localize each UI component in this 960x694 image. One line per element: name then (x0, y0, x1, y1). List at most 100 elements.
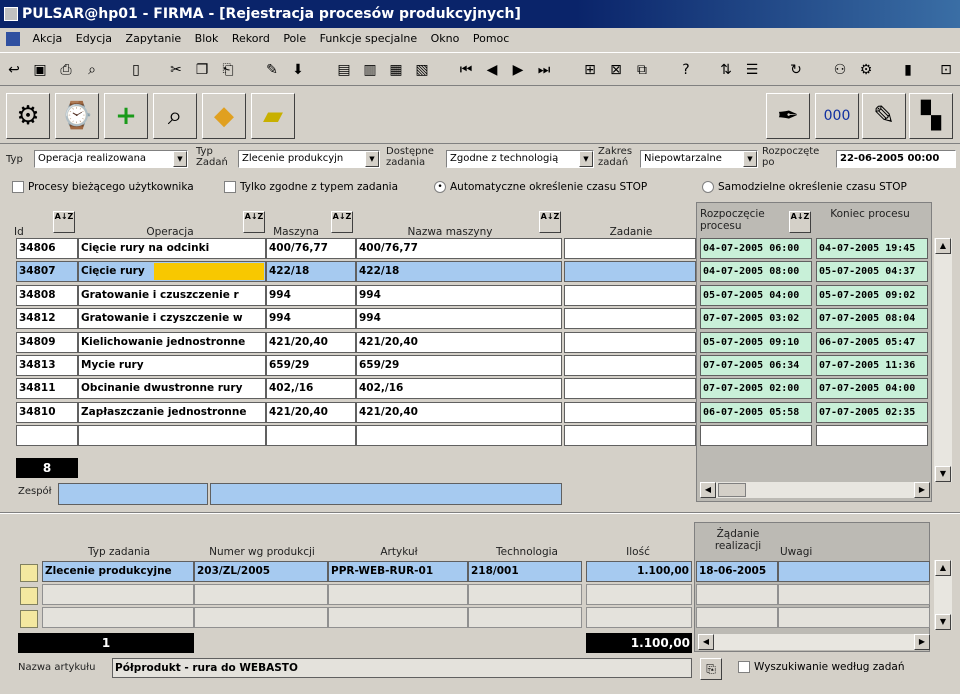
cell-zadanie[interactable] (564, 332, 696, 353)
cell-operacja[interactable]: Cięcie rury na odcinki (78, 238, 266, 259)
cell-rozpoczecie[interactable]: 07-07-2005 06:34 (700, 355, 812, 376)
typ-select[interactable]: Operacja realizowana ▼ (34, 150, 188, 168)
cell-zadanie[interactable] (564, 285, 696, 306)
cell-uwagi[interactable] (778, 561, 930, 582)
cell-rozpoczecie[interactable]: 05-07-2005 04:00 (700, 285, 812, 306)
empty-cell[interactable] (42, 584, 194, 605)
empty-cell[interactable] (778, 607, 930, 628)
empty-cell[interactable] (328, 607, 468, 628)
cell-rozpoczecie[interactable]: 06-07-2005 05:58 (700, 402, 812, 423)
cell-ilosc[interactable]: 1.100,00 (586, 561, 692, 582)
empty-cell[interactable] (194, 584, 328, 605)
cell-numer[interactable]: 203/ZL/2005 (194, 561, 328, 582)
copy-icon[interactable]: ❐ (192, 59, 212, 81)
cell-zadanie-realizacji[interactable]: 18-06-2005 (696, 561, 778, 582)
stack-icon[interactable]: ▰ (251, 93, 295, 139)
cell-nazwa-maszyny[interactable]: 421/20,40 (356, 402, 562, 423)
cell-nazwa-maszyny[interactable]: 402,/16 (356, 378, 562, 399)
list-icon[interactable]: ☰ (742, 59, 762, 81)
cell-operacja[interactable]: Zapłaszczanie jednostronne (78, 402, 266, 423)
cell-rozpoczecie[interactable]: 04-07-2005 08:00 (700, 261, 812, 282)
dostepne-zadania-select[interactable]: Zgodne z technologią ▼ (446, 150, 594, 168)
sort-icon[interactable]: ⇅ (716, 59, 736, 81)
empty-cell[interactable] (266, 425, 356, 446)
cell-nazwa-maszyny[interactable]: 994 (356, 285, 562, 306)
cancel-query-icon[interactable]: ▦ (386, 59, 406, 81)
duplicate-record-icon[interactable]: ⧉ (632, 59, 652, 81)
scroll-up-icon[interactable]: ▲ (935, 560, 951, 576)
scroll-left-icon[interactable]: ◀ (698, 634, 714, 650)
scroll-right-icon[interactable]: ▶ (914, 482, 930, 498)
scroll-up-icon[interactable]: ▲ (935, 238, 951, 254)
menu-pole[interactable]: Pole (278, 28, 311, 50)
user-settings-icon[interactable]: ⚙ (856, 59, 876, 81)
count-icon[interactable]: ▧ (412, 59, 432, 81)
last-record-icon[interactable]: ⏭ (534, 59, 554, 81)
cell-typ-zadania[interactable]: Zlecenie produkcyjne (42, 561, 194, 582)
cell-zadanie[interactable] (564, 261, 696, 282)
cell-maszyna[interactable]: 422/18 (266, 261, 356, 282)
cell-zadanie[interactable] (564, 238, 696, 259)
lookup-icon[interactable]: ⎘ (700, 658, 722, 680)
cell-operacja[interactable]: Gratowanie i czuszczenie r (78, 285, 266, 306)
empty-cell[interactable] (328, 584, 468, 605)
back-arrow-icon[interactable]: ↩ (4, 59, 24, 81)
cell-zadanie[interactable] (564, 378, 696, 399)
cell-rozpoczecie[interactable]: 05-07-2005 09:10 (700, 332, 812, 353)
cell-maszyna[interactable]: 400/76,77 (266, 238, 356, 259)
cell-id[interactable]: 34808 (16, 285, 78, 306)
save-icon[interactable]: ▣ (30, 59, 50, 81)
menu-rekord[interactable]: Rekord (227, 28, 275, 50)
excel-icon[interactable]: ⊡ (936, 59, 956, 81)
sort-maszyna-icon[interactable]: A↓Z (331, 211, 353, 233)
chart-icon[interactable]: ▚ (909, 93, 953, 139)
menu-pomoc[interactable]: Pomoc (468, 28, 514, 50)
empty-cell[interactable] (696, 607, 778, 628)
sort-operacja-icon[interactable]: A↓Z (243, 211, 265, 233)
previous-record-icon[interactable]: ◀ (482, 59, 502, 81)
menu-okno[interactable]: Okno (426, 28, 465, 50)
cell-zadanie[interactable] (564, 355, 696, 376)
scroll-left-icon[interactable]: ◀ (700, 482, 716, 498)
scroll-right-icon[interactable]: ▶ (914, 634, 930, 650)
cell-artykul[interactable]: PPR-WEB-RUR-01 (328, 561, 468, 582)
cell-koniec[interactable]: 06-07-2005 05:47 (816, 332, 928, 353)
cell-id[interactable]: 34812 (16, 308, 78, 329)
calculation-icon[interactable]: 000 (815, 93, 859, 139)
empty-cell[interactable] (468, 584, 582, 605)
empty-cell[interactable] (16, 425, 78, 446)
cell-koniec[interactable]: 04-07-2005 19:45 (816, 238, 928, 259)
help-icon[interactable]: ? (676, 59, 696, 81)
cell-operacja[interactable]: Obcinanie dwustronne rury (78, 378, 266, 399)
pen-icon[interactable]: ✒ (766, 93, 810, 139)
cell-rozpoczecie[interactable]: 07-07-2005 02:00 (700, 378, 812, 399)
cut-icon[interactable]: ✂ (166, 59, 186, 81)
cell-nazwa-maszyny[interactable]: 400/76,77 (356, 238, 562, 259)
menu-edycja[interactable]: Edycja (71, 28, 117, 50)
cell-maszyna[interactable]: 994 (266, 308, 356, 329)
lower-vertical-scrollbar[interactable]: ▲ ▼ (934, 560, 952, 630)
sort-id-icon[interactable]: A↓Z (53, 211, 75, 233)
cell-technologia[interactable]: 218/001 (468, 561, 582, 582)
lower-horizontal-scrollbar[interactable]: ◀ ▶ (698, 634, 930, 650)
calculator-icon[interactable]: ⌚ (55, 93, 99, 139)
scroll-down-icon[interactable]: ▼ (935, 466, 951, 482)
tylko-zgodne-checkbox[interactable]: Tylko zgodne z typem zadania (224, 180, 398, 194)
delete-record-icon[interactable]: ⊠ (606, 59, 626, 81)
zespol-name-field[interactable] (210, 483, 562, 505)
typ-zadan-select[interactable]: Zlecenie produkcyjn ▼ (238, 150, 380, 168)
rozpoczete-po-input[interactable]: 22-06-2005 00:00 (836, 150, 956, 168)
vertical-scrollbar[interactable]: ▲ ▼ (934, 238, 952, 482)
cell-id[interactable]: 34811 (16, 378, 78, 399)
cell-maszyna[interactable]: 421/20,40 (266, 402, 356, 423)
empty-cell[interactable] (778, 584, 930, 605)
empty-cell[interactable] (586, 607, 692, 628)
cell-id[interactable]: 34809 (16, 332, 78, 353)
add-icon[interactable]: + (104, 93, 148, 139)
book-icon[interactable]: ▮ (898, 59, 918, 81)
cell-nazwa-maszyny[interactable]: 422/18 (356, 261, 562, 282)
empty-cell[interactable] (586, 584, 692, 605)
zespol-code-field[interactable] (58, 483, 208, 505)
print-preview-icon[interactable]: ⌕ (82, 59, 102, 81)
cell-id[interactable]: 34810 (16, 402, 78, 423)
